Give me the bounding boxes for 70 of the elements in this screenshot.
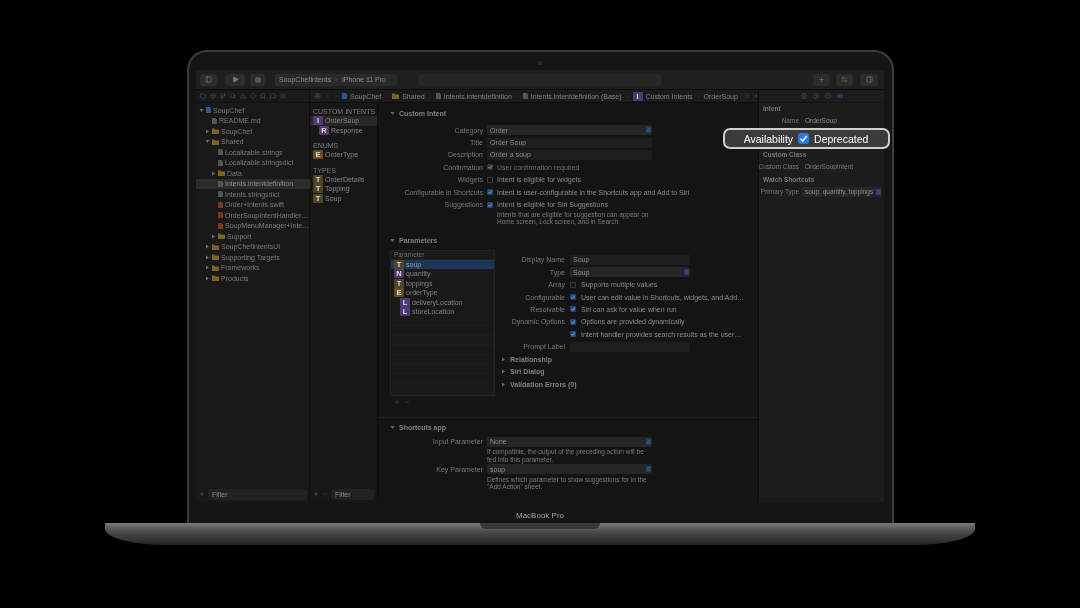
inspector-tab-icon[interactable] (836, 93, 843, 99)
disclosure-triangle-icon[interactable] (199, 107, 204, 113)
grid-icon[interactable] (315, 93, 321, 99)
sidebar-icon (865, 76, 873, 83)
file-icon (212, 117, 217, 124)
checkbox[interactable] (570, 281, 576, 288)
checkbox[interactable] (570, 294, 576, 301)
play-icon (231, 76, 239, 83)
disclosure-triangle-icon[interactable] (501, 356, 506, 362)
disclosure-triangle-icon[interactable] (211, 233, 216, 239)
navigator-tab-icon[interactable] (260, 93, 266, 99)
checkbox[interactable] (487, 189, 493, 196)
arrows-icon (841, 76, 848, 83)
add-icon[interactable] (313, 491, 319, 497)
disclosure-triangle-icon[interactable] (205, 275, 210, 281)
disclosure-triangle-icon[interactable] (501, 369, 506, 375)
navigator-tab-icon[interactable] (240, 93, 246, 99)
checkbox[interactable] (487, 176, 493, 183)
project-icon (342, 93, 347, 99)
navigator-tab-icon[interactable] (270, 93, 276, 99)
sidebar-toggle-button[interactable] (200, 73, 217, 86)
disclosure-triangle-icon[interactable] (390, 110, 395, 116)
navigator-tab-icon[interactable] (250, 93, 256, 99)
add-icon[interactable] (199, 491, 205, 497)
navigator-tab-icon[interactable] (230, 93, 236, 99)
checkbox[interactable] (570, 318, 576, 325)
stepper-icon (646, 466, 651, 473)
disclosure-triangle-icon[interactable] (205, 244, 210, 250)
chevron-icon (334, 77, 340, 82)
inspector-tab-icon[interactable] (824, 93, 831, 99)
disclosure-triangle-icon[interactable] (205, 265, 210, 271)
disclosure-triangle-icon[interactable] (390, 238, 395, 244)
model-name: MacBook Pro (516, 511, 564, 520)
navigator-tab-icon[interactable] (220, 93, 226, 99)
run-button[interactable] (225, 73, 245, 86)
sidebar-icon (205, 76, 212, 83)
disclosure-triangle-icon[interactable] (205, 139, 210, 145)
checkbox[interactable] (570, 306, 576, 313)
stop-icon (254, 76, 261, 83)
file-icon (218, 191, 223, 198)
add-editor-icon[interactable] (752, 93, 759, 99)
callout-label: Availability (743, 132, 794, 145)
file-icon (435, 93, 441, 99)
callout-option: Deprecated (814, 132, 869, 145)
add-icon[interactable] (394, 398, 400, 405)
navigator-tab-icon[interactable] (200, 93, 206, 99)
stepper-icon (646, 127, 651, 134)
checkbox[interactable] (570, 331, 576, 338)
folder-icon (392, 93, 400, 99)
disclosure-triangle-icon[interactable] (205, 254, 210, 260)
inspector-toggle-button[interactable] (860, 73, 878, 86)
file-icon (218, 180, 223, 187)
disclosure-triangle-icon[interactable] (205, 128, 210, 134)
project-icon (206, 107, 211, 114)
file-icon (522, 93, 528, 99)
disclosure-triangle-icon[interactable] (390, 425, 395, 431)
checkbox[interactable] (487, 201, 493, 208)
disclosure-triangle-icon[interactable] (501, 381, 506, 387)
stepper-icon (876, 188, 881, 195)
stop-button[interactable] (250, 73, 265, 86)
disclosure-triangle-icon[interactable] (211, 170, 216, 176)
library-button[interactable] (813, 73, 830, 86)
plus-icon (818, 76, 825, 83)
stepper-icon (684, 269, 689, 276)
checkbox[interactable] (798, 133, 810, 144)
stepper-icon (646, 438, 651, 445)
inspector-tab-icon[interactable] (812, 93, 819, 99)
code-review-button[interactable] (836, 73, 853, 86)
inspector-tab-icon[interactable] (800, 93, 807, 99)
navigator-tab-icon[interactable] (210, 93, 216, 99)
